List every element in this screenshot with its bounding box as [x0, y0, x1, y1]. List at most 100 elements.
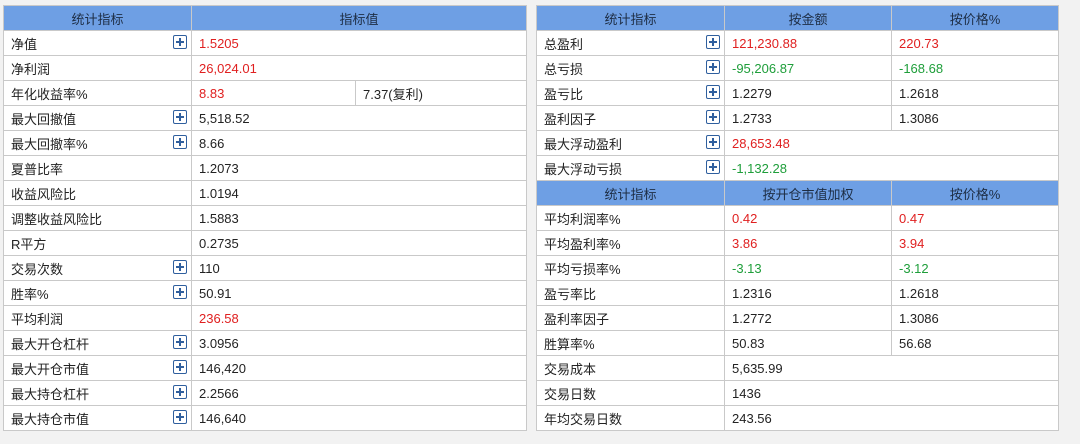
indicator-label: 平均利润	[11, 311, 64, 327]
expand-plus-icon[interactable]	[706, 35, 720, 49]
table-row: 平均利润 236.58	[3, 305, 528, 331]
indicator-cell: 胜算率%	[536, 330, 725, 356]
indicator-cell: 平均利润率%	[536, 205, 725, 231]
expand-plus-icon[interactable]	[706, 60, 720, 74]
indicator-cell: 总盈利	[536, 30, 725, 56]
indicator-cell: 最大浮动盈利	[536, 130, 725, 156]
indicator-label: 净值	[11, 36, 38, 52]
value-cell: 1.0194	[190, 180, 528, 206]
right-top-header-price: 按价格%	[891, 5, 1059, 31]
indicator-label: 净利润	[11, 61, 51, 77]
value-cell: 50.91	[190, 280, 528, 306]
indicator-cell: 最大开仓市值	[3, 355, 192, 381]
value-cell: 1.5205	[190, 30, 528, 56]
expand-plus-icon[interactable]	[173, 135, 187, 149]
expand-plus-icon[interactable]	[173, 35, 187, 49]
indicator-cell: 最大回撤值	[3, 105, 192, 131]
indicator-label: 盈亏比	[544, 86, 584, 102]
indicator-cell: 盈利率因子	[536, 305, 725, 331]
value-cell: 8.83	[191, 80, 356, 106]
table-row: 年均交易日数 243.56	[536, 405, 1059, 431]
expand-plus-icon[interactable]	[173, 335, 187, 349]
indicator-cell: 交易日数	[536, 380, 725, 406]
indicator-label: 年均交易日数	[544, 411, 623, 427]
indicator-label: 最大开仓杠杆	[11, 336, 90, 352]
indicator-cell: 年均交易日数	[536, 405, 725, 431]
value-cell: 146,420	[190, 355, 528, 381]
indicator-cell: 平均亏损率%	[536, 255, 725, 281]
indicator-label: 胜算率%	[544, 336, 595, 352]
table-row: 调整收益风险比 1.5883	[3, 205, 528, 231]
value-cell: 26,024.01	[190, 55, 528, 81]
table-row: 最大回撤值 5,518.52	[3, 105, 528, 131]
indicator-cell: 净值	[3, 30, 192, 56]
table-row: 最大开仓杠杆 3.0956	[3, 330, 528, 356]
value-cell: 5,635.99	[724, 355, 1059, 381]
value-cell: 1.2073	[190, 155, 528, 181]
table-row: 最大持仓杠杆 2.2566	[3, 380, 528, 406]
table-row: 净值 1.5205	[3, 30, 528, 56]
expand-plus-icon[interactable]	[173, 410, 187, 424]
table-row: R平方 0.2735	[3, 230, 528, 256]
value-cell: 5,518.52	[190, 105, 528, 131]
table-row: 净利润 26,024.01	[3, 55, 528, 81]
value-cell-price: 0.47	[891, 205, 1059, 231]
right-bottom-header-indicator: 统计指标	[536, 180, 725, 206]
expand-plus-icon[interactable]	[706, 85, 720, 99]
indicator-label: 年化收益率%	[11, 86, 88, 102]
expand-plus-icon[interactable]	[173, 360, 187, 374]
table-row: 最大持仓市值 146,640	[3, 405, 528, 431]
indicator-cell: 年化收益率%	[3, 80, 192, 106]
table-row: 平均亏损率% -3.13 -3.12	[536, 255, 1059, 281]
value-cell-amount: -95,206.87	[724, 55, 892, 81]
left-header-row: 统计指标 指标值	[3, 5, 528, 31]
table-row: 胜率% 50.91	[3, 280, 528, 306]
value-cell-price: 3.94	[891, 230, 1059, 256]
indicator-label: 收益风险比	[11, 186, 77, 202]
indicator-cell: 胜率%	[3, 280, 192, 306]
value-cell: 8.66	[190, 130, 528, 156]
table-row: 最大开仓市值 146,420	[3, 355, 528, 381]
table-row: 总盈利 121,230.88 220.73	[536, 30, 1059, 56]
expand-plus-icon[interactable]	[706, 110, 720, 124]
indicator-cell: 盈利因子	[536, 105, 725, 131]
table-row: 交易次数 110	[3, 255, 528, 281]
indicator-label: 总亏损	[544, 61, 584, 77]
indicator-label: 最大持仓杠杆	[11, 386, 90, 402]
table-row: 年化收益率% 8.83 7.37(复利)	[3, 80, 528, 106]
indicator-cell: 最大开仓杠杆	[3, 330, 192, 356]
table-row: 最大浮动盈利 28,653.48	[536, 130, 1059, 156]
indicator-label: 交易日数	[544, 386, 597, 402]
table-row: 总亏损 -95,206.87 -168.68	[536, 55, 1059, 81]
value-cell: 236.58	[190, 305, 528, 331]
indicator-label: 平均亏损率%	[544, 261, 621, 277]
value-cell: 1436	[724, 380, 1059, 406]
indicator-cell: 净利润	[3, 55, 192, 81]
expand-plus-icon[interactable]	[173, 285, 187, 299]
value-cell: 1.5883	[190, 205, 528, 231]
indicator-label: 最大回撤率%	[11, 136, 88, 152]
indicator-cell: 最大浮动亏损	[536, 155, 725, 181]
table-row: 盈亏率比 1.2316 1.2618	[536, 280, 1059, 306]
table-row: 交易日数 1436	[536, 380, 1059, 406]
expand-plus-icon[interactable]	[706, 135, 720, 149]
right-bottom-header-weighted: 按开仓市值加权	[724, 180, 892, 206]
indicator-label: 夏普比率	[11, 161, 64, 177]
expand-plus-icon[interactable]	[173, 260, 187, 274]
indicator-label: R平方	[11, 236, 47, 252]
value-cell-price: 220.73	[891, 30, 1059, 56]
indicator-cell: 调整收益风险比	[3, 205, 192, 231]
right-bottom-header-price: 按价格%	[891, 180, 1059, 206]
value-cell-amount: 3.86	[724, 230, 892, 256]
table-row: 最大回撤率% 8.66	[3, 130, 528, 156]
indicator-label: 胜率%	[11, 286, 49, 302]
expand-plus-icon[interactable]	[173, 110, 187, 124]
expand-plus-icon[interactable]	[173, 385, 187, 399]
expand-plus-icon[interactable]	[706, 160, 720, 174]
table-row: 平均利润率% 0.42 0.47	[536, 205, 1059, 231]
summary-table-left: 统计指标 指标值 净值 1.5205 净利润 26,024.01 年化收益率% 8.83 7…	[3, 5, 528, 431]
indicator-label: 盈利因子	[544, 111, 597, 127]
table-row: 平均盈利率% 3.86 3.94	[536, 230, 1059, 256]
table-row: 交易成本 5,635.99	[536, 355, 1059, 381]
value-cell-price: 1.2618	[891, 280, 1059, 306]
